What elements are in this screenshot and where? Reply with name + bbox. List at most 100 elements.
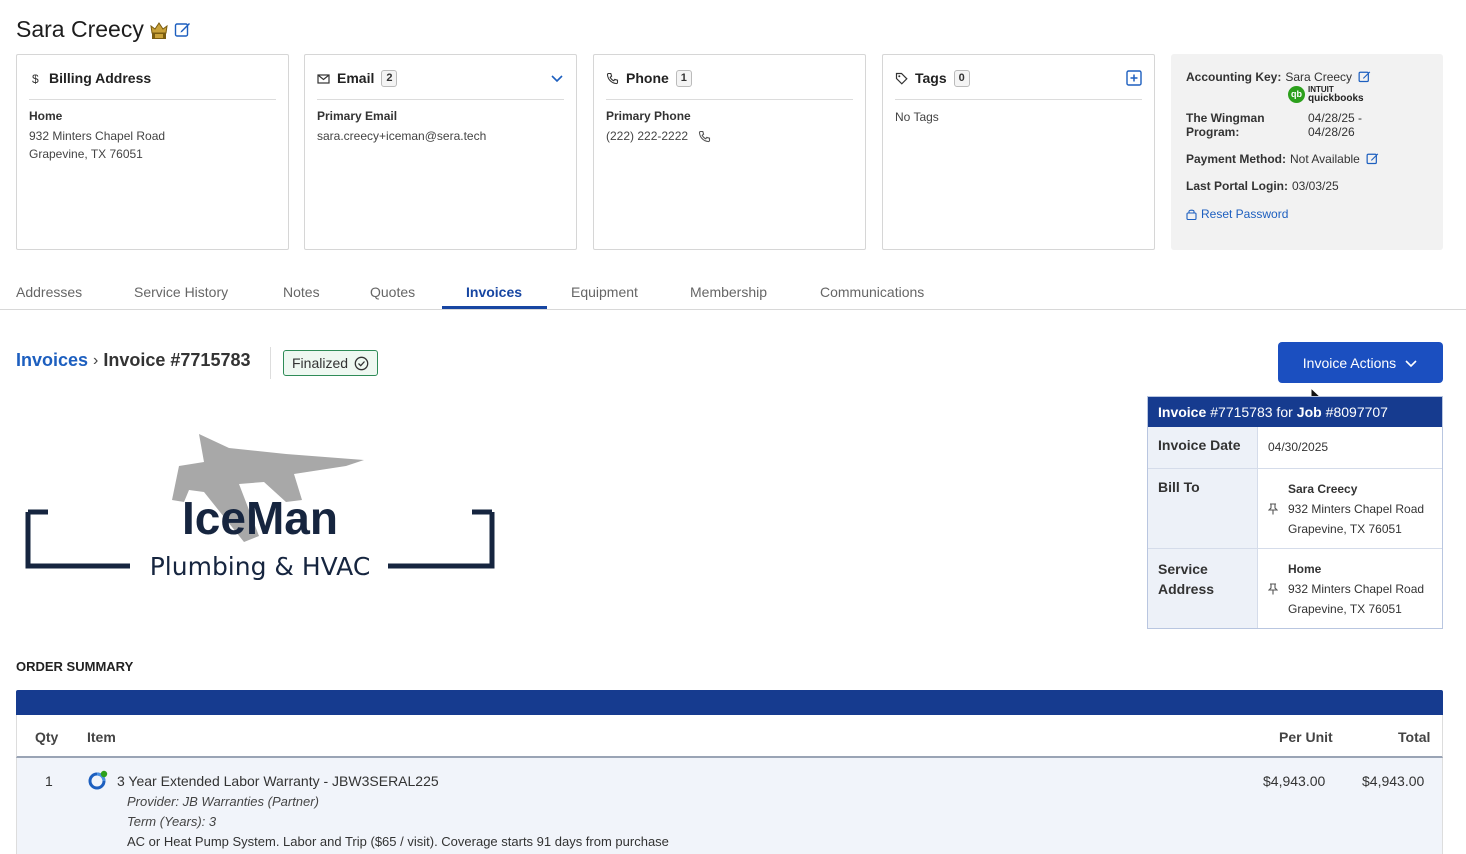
order-summary-title: ORDER SUMMARY: [16, 659, 134, 674]
service-address-name: Home: [1288, 562, 1322, 576]
row-total: $4,943.00: [1362, 773, 1425, 789]
logo-title: IceMan: [182, 492, 338, 544]
col-item: Item: [87, 729, 116, 745]
envelope-icon: [317, 72, 330, 85]
tags-title: Tags: [915, 70, 947, 86]
tab-addresses[interactable]: Addresses: [16, 284, 82, 300]
program-label-2: Program:: [1186, 125, 1240, 139]
tab-membership[interactable]: Membership: [690, 284, 767, 300]
order-table-header: Qty Item Per Unit Total: [16, 715, 1443, 758]
invoice-head-label: Invoice: [1158, 404, 1207, 420]
quickbooks-brand-bottom: quickbooks: [1308, 93, 1364, 104]
breadcrumb-invoices-link[interactable]: Invoices: [16, 350, 88, 371]
invoice-info-header: Invoice #7715783 for Job #8097707: [1148, 397, 1442, 427]
billing-address-line1: 932 Minters Chapel Road: [29, 129, 166, 143]
last-login-value: 03/03/25: [1292, 179, 1339, 193]
check-circle-icon: [354, 356, 369, 371]
phone-title: Phone: [626, 70, 669, 86]
bill-to-label: Bill To: [1148, 469, 1258, 548]
payment-method-label: Payment Method:: [1186, 152, 1287, 166]
tab-equipment[interactable]: Equipment: [571, 284, 638, 300]
tab-quotes[interactable]: Quotes: [370, 284, 415, 300]
customer-header: Sara Creecy: [16, 16, 191, 43]
invoice-date-value: 04/30/2025: [1268, 440, 1329, 454]
tab-service-history[interactable]: Service History: [134, 284, 228, 300]
service-address-line2: Grapevine, TX 76051: [1288, 602, 1402, 616]
call-icon[interactable]: [698, 130, 711, 143]
phone-count-badge: 1: [675, 69, 692, 87]
phone-card: Phone 1 Primary Phone (222) 222-2222: [593, 54, 866, 250]
reset-password-link[interactable]: Reset Password: [1186, 207, 1428, 221]
service-address-line1: 932 Minters Chapel Road: [1288, 582, 1425, 596]
primary-email-value[interactable]: sara.creecy+iceman@sera.tech: [317, 127, 564, 145]
tab-invoices[interactable]: Invoices: [466, 284, 522, 300]
program-value-2: 04/28/26: [1308, 125, 1355, 139]
add-tag-icon[interactable]: [1126, 70, 1142, 86]
primary-email-label: Primary Email: [317, 109, 398, 123]
program-value-1: 04/28/25 -: [1308, 111, 1363, 125]
row-qty: 1: [45, 773, 53, 789]
invoice-actions-button[interactable]: Invoice Actions: [1278, 342, 1443, 383]
row-term: Term (Years): 3: [127, 814, 217, 829]
primary-phone-label: Primary Phone: [606, 109, 691, 123]
pin-icon: [1268, 503, 1280, 515]
account-info-panel: Accounting Key: Sara Creecy qb INTUIT qui…: [1171, 54, 1443, 250]
bill-to-line1: 932 Minters Chapel Road: [1288, 502, 1425, 516]
primary-phone-value[interactable]: (222) 222-2222: [606, 127, 688, 145]
bill-to-name: Sara Creecy: [1288, 482, 1358, 496]
col-per-unit: Per Unit: [1279, 729, 1333, 745]
job-head-number[interactable]: #8097707: [1326, 404, 1388, 420]
email-title: Email: [337, 70, 375, 86]
quickbooks-icon: qb: [1288, 85, 1305, 103]
lock-icon: [1186, 208, 1197, 220]
breadcrumb-current: Invoice #7715783: [103, 350, 251, 370]
edit-accounting-key-icon[interactable]: [1358, 70, 1371, 83]
row-per-unit: $4,943.00: [1263, 773, 1326, 789]
company-logo: IceMan Plumbing & HVAC: [24, 426, 496, 586]
customer-name: Sara Creecy: [16, 16, 144, 42]
svg-text:$: $: [32, 72, 39, 85]
order-summary-band: [16, 690, 1443, 715]
payment-method-value: Not Available: [1290, 152, 1360, 166]
breadcrumb-separator: ›: [93, 351, 99, 369]
invoice-head-number: #7715783 for: [1210, 404, 1293, 420]
row-provider: Provider: JB Warranties (Partner): [127, 794, 319, 809]
status-label: Finalized: [292, 355, 349, 371]
last-login-label: Last Portal Login:: [1186, 179, 1288, 193]
warranty-icon: [87, 770, 109, 793]
phone-icon: [606, 72, 619, 85]
chevron-down-icon: [1404, 356, 1418, 370]
billing-address-label: Home: [29, 109, 63, 123]
tags-card: Tags 0 No Tags: [882, 54, 1155, 250]
service-address-label-2: Address: [1158, 581, 1215, 597]
col-total: Total: [1398, 729, 1431, 745]
program-label-1: The Wingman: [1186, 111, 1265, 125]
status-badge: Finalized: [283, 350, 379, 376]
tab-notes[interactable]: Notes: [283, 284, 320, 300]
customer-tabs: Addresses Service History Notes Quotes I…: [0, 272, 1466, 310]
accounting-key-value: Sara Creecy: [1285, 70, 1353, 84]
dollar-icon: $: [29, 72, 42, 85]
email-card: Email 2 Primary Email sara.creecy+iceman…: [304, 54, 577, 250]
edit-customer-icon[interactable]: [174, 21, 191, 38]
breadcrumb-divider: [270, 347, 271, 379]
billing-address-card: $ Billing Address Home 932 Minters Chape…: [16, 54, 289, 250]
job-head-label: Job: [1296, 404, 1322, 420]
invoice-info-table: Invoice #7715783 for Job #8097707 Invoic…: [1147, 396, 1443, 629]
tags-count-badge: 0: [953, 69, 970, 87]
no-tags-text: No Tags: [895, 110, 939, 124]
logo-subtitle: Plumbing & HVAC: [150, 552, 371, 581]
billing-address-line2: Grapevine, TX 76051: [29, 147, 143, 161]
tab-communications[interactable]: Communications: [820, 284, 924, 300]
breadcrumb: Invoices › Invoice #7715783: [16, 350, 251, 371]
row-description: AC or Heat Pump System. Labor and Trip (…: [127, 834, 669, 849]
accounting-key-label: Accounting Key:: [1186, 70, 1282, 84]
col-qty: Qty: [35, 729, 59, 745]
table-row: 1 3 Year Extended Labor Warranty - JBW3S…: [16, 758, 1443, 854]
chevron-down-icon[interactable]: [550, 71, 564, 85]
row-item-name: 3 Year Extended Labor Warranty - JBW3SER…: [117, 773, 439, 789]
membership-crown-icon: [150, 20, 168, 40]
bill-to-line2: Grapevine, TX 76051: [1288, 522, 1402, 536]
edit-payment-method-icon[interactable]: [1366, 152, 1379, 165]
service-address-label-1: Service: [1158, 561, 1208, 577]
